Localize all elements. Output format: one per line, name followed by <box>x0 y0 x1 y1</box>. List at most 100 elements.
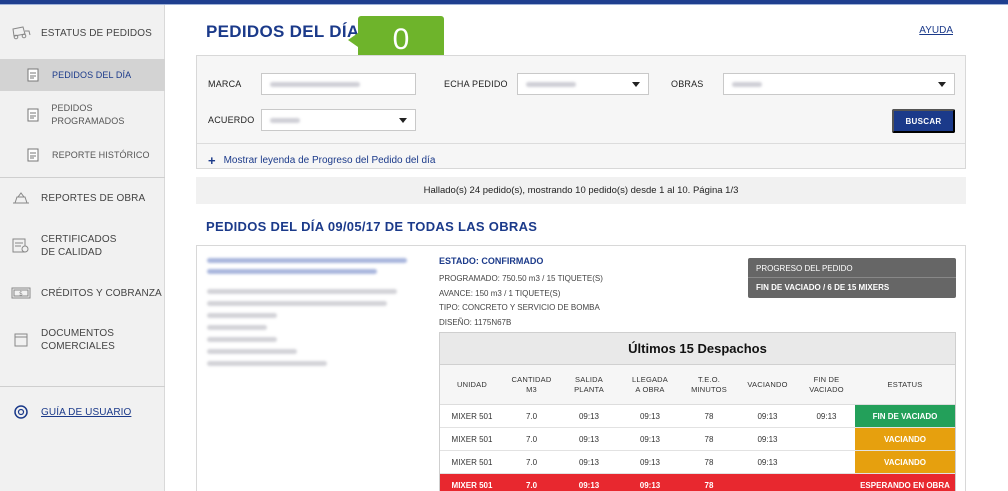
address-redacted <box>207 325 267 330</box>
main-content: PEDIDOS DEL DÍA 0 AYUDA MARCA ECHA PEDID… <box>166 5 1008 491</box>
user-guide-link[interactable]: GUÍA DE USUARIO <box>41 406 131 419</box>
show-legend-label: Mostrar leyenda de Progreso del Pedido d… <box>223 155 436 166</box>
order-programado: PROGRAMADO: 750.50 m3 / 15 TIQUETE(S) <box>439 274 603 283</box>
table-row: MIXER 501 7.0 09:13 09:13 78 ESPERANDO E… <box>440 474 955 491</box>
help-link[interactable]: AYUDA <box>919 25 953 36</box>
cell-unidad: MIXER 501 <box>451 480 493 490</box>
status-badge: FIN DE VACIADO <box>855 405 955 427</box>
dispatch-table-header: UNIDAD CANTIDAD M3 SALIDA PLANTA LLEGADA… <box>440 365 955 405</box>
marca-select[interactable] <box>261 73 416 95</box>
chevron-down-icon <box>938 82 946 87</box>
cell-cantidad: 7.0 <box>525 457 538 467</box>
cell-cantidad: 7.0 <box>525 411 538 421</box>
cell-llegada: 09:13 <box>639 480 661 490</box>
cell-unidad: MIXER 501 <box>451 434 493 444</box>
acuerdo-select[interactable] <box>261 109 416 131</box>
column-header: CANTIDAD M3 <box>511 374 552 394</box>
order-avance: AVANCE: 150 m3 / 1 TIQUETE(S) <box>439 289 561 298</box>
address-redacted <box>207 349 297 354</box>
plus-icon: + <box>208 153 216 168</box>
filter-panel: MARCA ECHA PEDIDO OBRAS ACUERDO BUSCAR +… <box>196 55 966 169</box>
progress-value: FIN DE VACIADO / 6 DE 15 MIXERS <box>756 283 890 292</box>
cell-cantidad: 7.0 <box>525 434 538 444</box>
fecha-pedido-select[interactable] <box>517 73 649 95</box>
document-icon <box>22 107 43 123</box>
fecha-value-redacted <box>526 82 576 87</box>
results-summary: Hallado(s) 24 pedido(s), mostrando 10 pe… <box>196 177 966 204</box>
cell-vaciando <box>737 474 798 491</box>
status-badge: VACIANDO <box>855 428 955 450</box>
address-redacted <box>207 337 277 342</box>
sidebar-divider <box>0 386 165 387</box>
sidebar-item-label: PEDIDOS PROGRAMADOS <box>51 103 125 126</box>
certificate-icon <box>10 238 32 254</box>
sidebar-item-reporte-historico[interactable]: REPORTE HISTÓRICO <box>0 144 165 166</box>
cell-fin-vaciado <box>798 474 855 491</box>
cell-llegada: 09:13 <box>639 457 661 467</box>
page-title: PEDIDOS DEL DÍA <box>206 22 360 41</box>
column-header: LLEGADA A OBRA <box>632 374 668 394</box>
cell-teo: 78 <box>704 434 714 444</box>
folder-icon <box>10 332 32 348</box>
cell-fin-vaciado: 09:13 <box>816 411 837 421</box>
sidebar-item-guia-de-usuario[interactable]: GUÍA DE USUARIO <box>0 401 165 423</box>
column-header: SALIDA PLANTA <box>574 374 604 394</box>
column-header: ESTATUS <box>887 379 923 389</box>
progress-divider <box>748 277 956 278</box>
status-badge: VACIANDO <box>855 451 955 473</box>
obras-select[interactable] <box>723 73 955 95</box>
dispatch-table: Últimos 15 Despachos UNIDAD CANTIDAD M3 … <box>439 332 956 491</box>
cell-fin-vaciado <box>798 428 855 450</box>
client-name-redacted <box>207 258 407 263</box>
order-card: ESTADO: CONFIRMADO PROGRAMADO: 750.50 m3… <box>196 245 966 491</box>
marca-value-redacted <box>270 82 360 87</box>
filter-divider <box>197 143 965 144</box>
column-header: T.E.O. MINUTOS <box>691 374 727 394</box>
sidebar-item-reportes-de-obra[interactable]: REPORTES DE OBRA <box>0 187 165 209</box>
money-icon: $ <box>10 285 32 301</box>
order-progress-box: PROGRESO DEL PEDIDO FIN DE VACIADO / 6 D… <box>748 258 956 298</box>
show-legend-link[interactable]: + Mostrar leyenda de Progreso del Pedido… <box>208 153 435 168</box>
cell-salida: 09:13 <box>578 411 600 421</box>
cell-teo: 78 <box>704 411 714 421</box>
sidebar-item-label: REPORTES DE OBRA <box>41 192 146 204</box>
sidebar-item-estatus-pedidos[interactable]: ESTATUS DE PEDIDOS <box>0 22 165 44</box>
cell-cantidad: 7.0 <box>525 480 538 490</box>
sidebar-item-certificados-de-calidad[interactable]: CERTIFICADOS DE CALIDAD <box>0 231 165 261</box>
chevron-down-icon <box>632 82 640 87</box>
construction-icon <box>10 190 32 206</box>
cell-llegada: 09:13 <box>639 434 661 444</box>
section-title: PEDIDOS DEL DÍA 09/05/17 DE TODAS LAS OB… <box>206 219 538 234</box>
order-diseno: DISEÑO: 1175N67B <box>439 318 512 327</box>
obras-value-redacted <box>732 82 762 87</box>
sidebar-divider <box>0 177 165 178</box>
table-row: MIXER 501 7.0 09:13 09:13 78 09:13 09:13… <box>440 405 955 428</box>
address-redacted <box>207 289 397 294</box>
sidebar-item-label: PEDIDOS DEL DÍA <box>52 69 132 80</box>
table-row: MIXER 501 7.0 09:13 09:13 78 09:13 VACIA… <box>440 428 955 451</box>
address-redacted <box>207 301 387 306</box>
sidebar-item-pedidos-del-dia[interactable]: PEDIDOS DEL DÍA <box>0 59 165 91</box>
cell-vaciando: 09:13 <box>757 434 778 444</box>
sidebar-item-pedidos-programados[interactable]: PEDIDOS PROGRAMADOS <box>0 103 165 126</box>
acuerdo-value-redacted <box>270 118 300 123</box>
document-icon <box>22 67 44 83</box>
search-button[interactable]: BUSCAR <box>892 109 955 133</box>
marca-label: MARCA <box>208 79 242 89</box>
svg-text:$: $ <box>19 291 23 298</box>
obras-label: OBRAS <box>671 79 704 89</box>
address-redacted <box>207 313 277 318</box>
column-header: FIN DE VACIADO <box>809 374 844 394</box>
sidebar-item-label: CRÉDITOS Y COBRANZA <box>41 287 162 299</box>
sidebar-item-creditos-y-cobranza[interactable]: $ CRÉDITOS Y COBRANZA <box>0 282 165 304</box>
status-badge: ESPERANDO EN OBRA <box>860 480 950 490</box>
table-row: MIXER 501 7.0 09:13 09:13 78 09:13 VACIA… <box>440 451 955 474</box>
sidebar-item-documentos-comerciales[interactable]: DOCUMENTOS COMERCIALES <box>0 325 165 355</box>
order-tipo: TIPO: CONCRETO Y SERVICIO DE BOMBA <box>439 303 600 312</box>
sidebar-item-label: DOCUMENTOS COMERCIALES <box>41 328 115 352</box>
help-ring-icon <box>10 404 32 420</box>
cell-salida: 09:13 <box>578 434 600 444</box>
client-name-redacted <box>207 269 377 274</box>
dispatch-table-title: Últimos 15 Despachos <box>440 333 955 365</box>
column-header: UNIDAD <box>457 379 487 389</box>
